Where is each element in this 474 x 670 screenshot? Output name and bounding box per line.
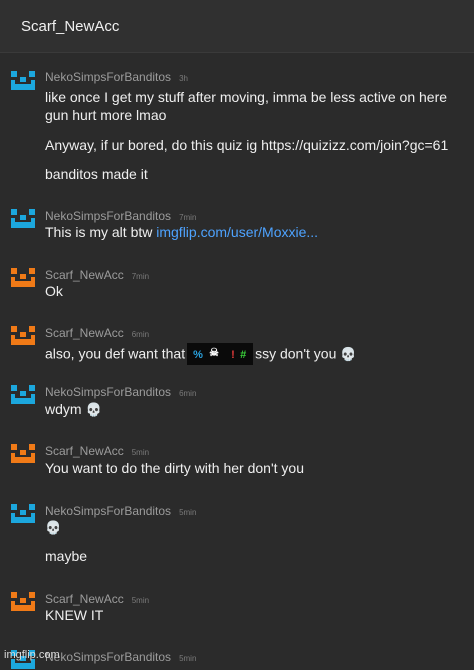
message-text: Ok	[45, 283, 63, 299]
message-body: This is my alt btw	[45, 224, 153, 240]
skull-emoji: 💀	[85, 402, 102, 417]
timestamp: 5min	[131, 448, 150, 457]
message-body: wdym	[45, 401, 82, 417]
message-meta: NekoSimpsForBanditos 5min	[45, 648, 196, 666]
username[interactable]: NekoSimpsForBanditos	[45, 209, 171, 223]
message-meta: Scarf_NewAcc 5min	[45, 442, 149, 460]
username[interactable]: NekoSimpsForBanditos	[45, 70, 171, 84]
message-meta: NekoSimpsForBanditos 3h	[45, 68, 188, 86]
avatar-icon[interactable]	[11, 71, 35, 91]
avatar-icon[interactable]	[11, 209, 35, 229]
username[interactable]: Scarf_NewAcc	[45, 326, 124, 340]
message-text: wdym 💀	[45, 401, 102, 418]
watermark: imgflip.com	[4, 649, 60, 661]
message-meta: NekoSimpsForBanditos 7min	[45, 207, 196, 225]
message-meta: Scarf_NewAcc 7min	[45, 266, 149, 284]
message-text: like once I get my stuff after moving, i…	[45, 89, 448, 105]
timestamp: 7min	[179, 213, 197, 222]
profile-link[interactable]: imgflip.com/user/Moxxie...	[156, 224, 318, 240]
avatar-icon[interactable]	[11, 592, 35, 612]
message-text: This is my alt btw imgflip.com/user/Moxx…	[45, 224, 318, 241]
message-text: banditos made it	[45, 166, 148, 182]
message-body: ssy don't you	[255, 345, 337, 362]
timestamp: 7min	[131, 272, 150, 281]
avatar-icon[interactable]	[11, 326, 35, 346]
message-text: maybe	[45, 548, 88, 564]
message-meta: Scarf_NewAcc 5min	[45, 590, 149, 608]
skull-emoji: 💀	[340, 346, 357, 362]
avatar-icon[interactable]	[11, 444, 35, 464]
avatar-icon[interactable]	[11, 504, 35, 524]
username[interactable]: Scarf_NewAcc	[45, 592, 124, 606]
message-meta: Scarf_NewAcc 6min	[45, 324, 149, 342]
timestamp: 3h	[179, 74, 188, 83]
username[interactable]: Scarf_NewAcc	[45, 444, 124, 458]
username[interactable]: NekoSimpsForBanditos	[45, 385, 171, 399]
message-text: 💀	[45, 519, 61, 536]
chat-header: Scarf_NewAcc	[0, 0, 474, 53]
avatar-icon[interactable]	[11, 385, 35, 405]
message-text: also, you def want that% ☠! # ssy don't you…	[45, 343, 357, 366]
message-meta: NekoSimpsForBanditos 6min	[45, 383, 196, 401]
message-text: Anyway, if ur bored, do this quiz ig htt…	[45, 137, 449, 153]
timestamp: 6min	[131, 330, 150, 339]
timestamp: 5min	[179, 508, 197, 517]
timestamp: 5min	[131, 596, 150, 605]
message-meta: NekoSimpsForBanditos 5min	[45, 502, 196, 520]
username[interactable]: NekoSimpsForBanditos	[45, 650, 171, 664]
censor-sticker: % ☠! #	[187, 343, 254, 365]
avatar-icon[interactable]	[11, 268, 35, 288]
message-text: gun hurt more lmao	[45, 107, 167, 123]
message-body: also, you def want that	[45, 345, 186, 362]
username[interactable]: NekoSimpsForBanditos	[45, 504, 171, 518]
skull-emoji: 💀	[45, 520, 62, 535]
message-text: KNEW IT	[45, 607, 104, 623]
chat-title: Scarf_NewAcc	[21, 18, 120, 35]
timestamp: 6min	[179, 389, 197, 398]
message-text: You want to do the dirty with her don't …	[45, 460, 304, 476]
username[interactable]: Scarf_NewAcc	[45, 268, 124, 282]
timestamp: 5min	[179, 654, 197, 663]
